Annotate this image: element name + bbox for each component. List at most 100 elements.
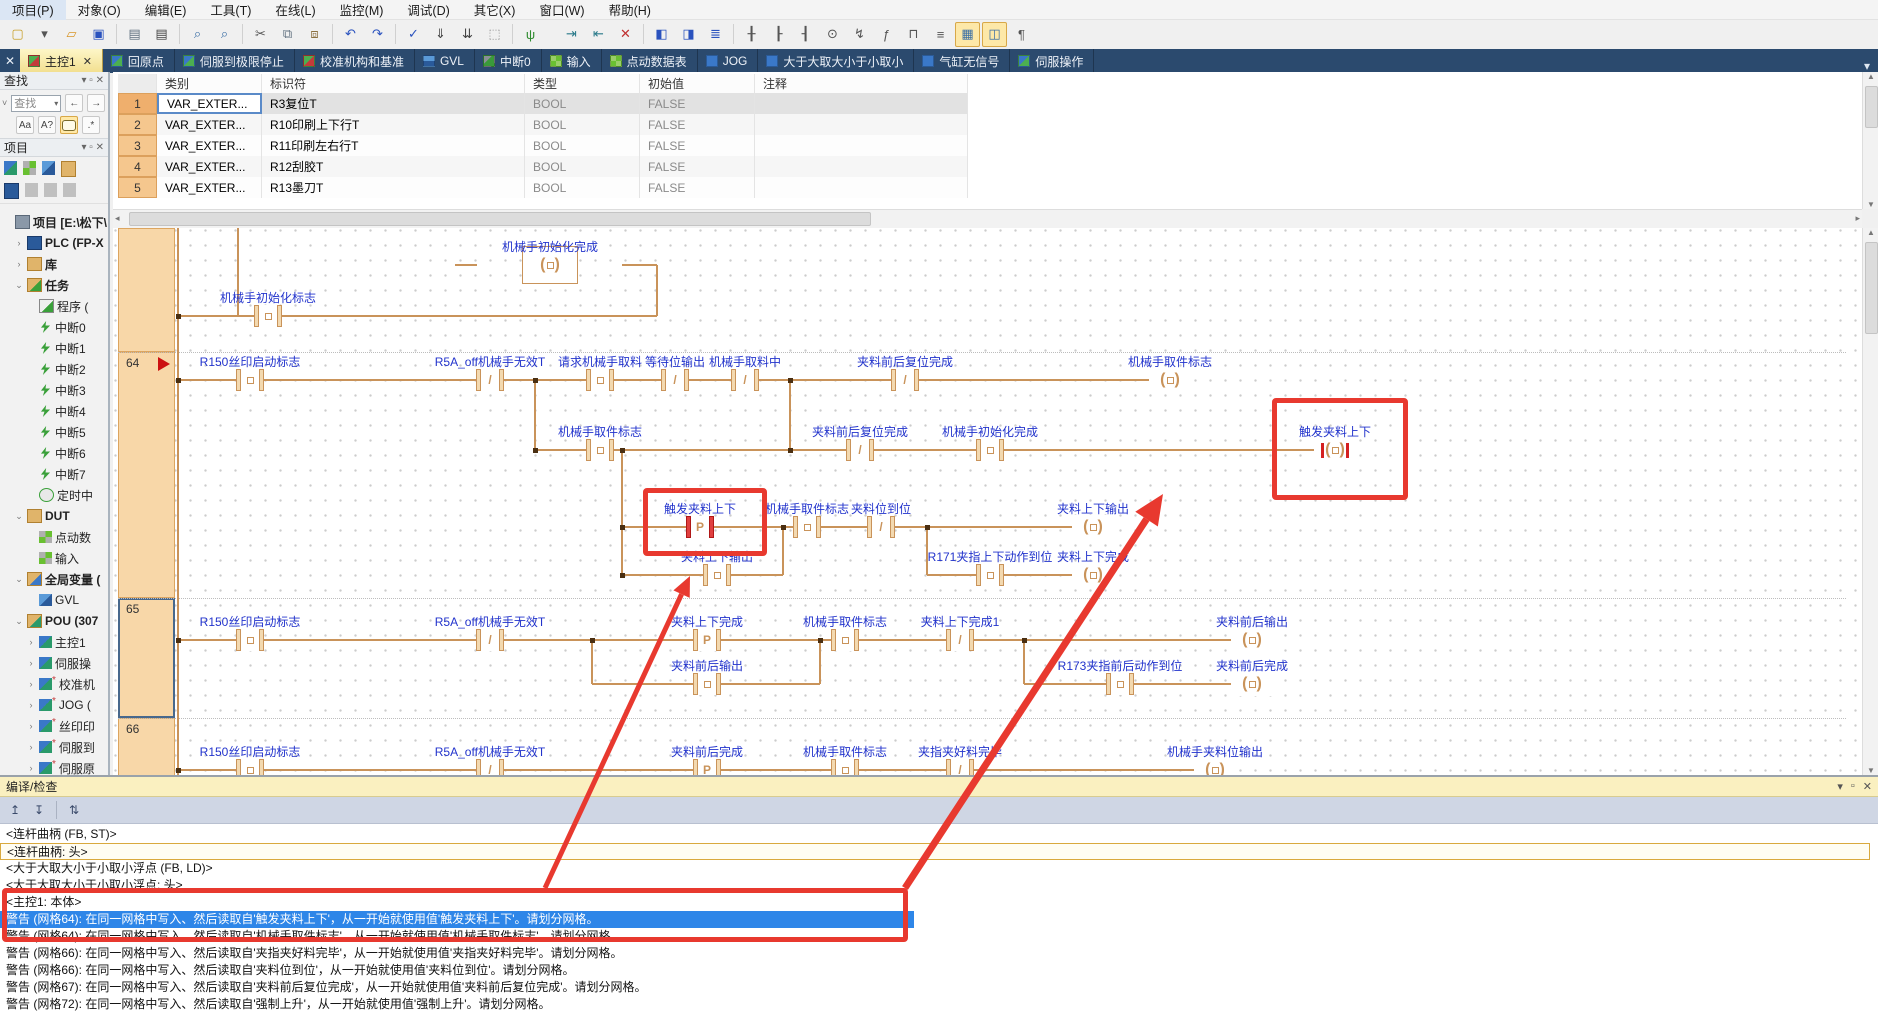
- tab-GVL[interactable]: GVL: [415, 49, 475, 73]
- identifier-cell[interactable]: R10印刷上下行T: [262, 114, 525, 135]
- tree-item-丝印印[interactable]: ›*丝印印: [0, 716, 110, 736]
- vscroll-up-icon[interactable]: ▲: [1863, 72, 1878, 81]
- category-cell[interactable]: VAR_EXTER...: [157, 156, 262, 177]
- tab-点动数据表[interactable]: 点动数据表: [602, 49, 698, 73]
- table-row[interactable]: 5VAR_EXTER...R13墨刀TBOOLFALSE: [118, 177, 968, 198]
- comment-cell[interactable]: [755, 135, 968, 156]
- message-row[interactable]: 警告 (网格66): 在同一网格中写入、然后读取自'夹指夹好料完毕'，从一开始就…: [0, 945, 1876, 962]
- column-header-类型[interactable]: 类型: [525, 74, 640, 93]
- function-icon[interactable]: ƒ: [874, 22, 899, 47]
- coil-icon[interactable]: ⊙: [820, 22, 845, 47]
- contact-no[interactable]: [701, 563, 733, 587]
- comment-cell[interactable]: [755, 177, 968, 198]
- print-icon[interactable]: ▤: [149, 22, 174, 47]
- expand-icon[interactable]: ›: [26, 700, 36, 710]
- add-dut-icon[interactable]: [23, 161, 36, 175]
- contact-nc[interactable]: /: [474, 368, 506, 392]
- branch-icon[interactable]: ╂: [739, 22, 764, 47]
- ladder-vscroll-up-icon[interactable]: ▲: [1863, 228, 1878, 237]
- output-sort-icon-1[interactable]: ↧: [28, 799, 50, 821]
- tree-item-全局变量[interactable]: ⌄全局变量 (: [0, 569, 110, 589]
- contact-nc[interactable]: /: [729, 368, 761, 392]
- contact-nc[interactable]: /: [889, 368, 921, 392]
- pilcrow-icon[interactable]: ¶: [1009, 22, 1034, 47]
- open-icon[interactable]: ▱: [59, 22, 84, 47]
- row-number[interactable]: 5: [118, 177, 157, 198]
- contact-no[interactable]: [1104, 672, 1136, 696]
- paste-icon[interactable]: ⧈: [302, 22, 327, 47]
- hscroll-left-icon[interactable]: ◂: [115, 213, 120, 224]
- initval-cell[interactable]: FALSE: [640, 156, 755, 177]
- category-cell[interactable]: VAR_EXTER...: [157, 177, 262, 198]
- find-panel-controls[interactable]: ▾ ▫ ✕: [82, 75, 105, 86]
- category-cell[interactable]: VAR_EXTER...: [157, 114, 262, 135]
- tree-item-PLCFPX[interactable]: ›PLC (FP-X: [0, 233, 110, 253]
- row-number[interactable]: 4: [118, 156, 157, 177]
- undo-icon[interactable]: ↶: [338, 22, 363, 47]
- rung-cell-65[interactable]: 65: [118, 598, 175, 718]
- tree-item-POU307[interactable]: ⌄POU (307: [0, 611, 110, 631]
- column-header-初始值[interactable]: 初始值: [640, 74, 755, 93]
- table-horizontal-scrollbar[interactable]: ◂ ▸: [113, 209, 1862, 228]
- initval-cell[interactable]: FALSE: [640, 93, 755, 114]
- step-in-icon[interactable]: ⇥: [559, 22, 584, 47]
- table-vertical-scrollbar[interactable]: ▲ ▼: [1862, 72, 1878, 209]
- message-selected[interactable]: 警告 (网格64): 在同一网格中写入、然后读取自'触发夹料上下'，从一开始就使…: [0, 911, 914, 928]
- compile-all-icon[interactable]: ⇊: [455, 22, 480, 47]
- expand-icon[interactable]: ›: [14, 238, 24, 248]
- message-row[interactable]: <大于大取大小于小取小浮点: 头>: [0, 877, 1876, 894]
- menu-item[interactable]: 窗口(W): [527, 0, 596, 20]
- tree-item-中断3[interactable]: 中断3: [0, 380, 110, 400]
- menu-item[interactable]: 在线(L): [263, 0, 327, 20]
- grid-toggle-icon[interactable]: ▦: [955, 22, 980, 47]
- coil-normal[interactable]: (): [1072, 515, 1114, 539]
- tree-item-伺服到[interactable]: ›*伺服到: [0, 737, 110, 757]
- menu-item[interactable]: 帮助(H): [597, 0, 663, 20]
- online-plug-icon[interactable]: ψ: [518, 22, 543, 47]
- find-prev-button[interactable]: ←: [65, 94, 83, 112]
- search-input[interactable]: 查找▾: [11, 95, 61, 112]
- rung-cell-66[interactable]: 66: [118, 718, 175, 775]
- menu-item[interactable]: 监控(M): [328, 0, 396, 20]
- coil-normal[interactable]: (): [1149, 368, 1191, 392]
- save-icon[interactable]: ▣: [86, 22, 111, 47]
- add-gvl-icon[interactable]: [42, 161, 55, 175]
- expand-icon[interactable]: ›: [26, 721, 36, 731]
- column-header-类别[interactable]: 类别: [157, 74, 262, 93]
- comment-cell[interactable]: [755, 93, 968, 114]
- hscroll-thumb[interactable]: [129, 212, 871, 226]
- contact-nc[interactable]: /: [659, 368, 691, 392]
- copy-icon[interactable]: ⧉: [275, 22, 300, 47]
- tab-大于大取大小于小取小[interactable]: 大于大取大小于小取小: [758, 49, 914, 73]
- ladder-vscroll-thumb[interactable]: [1865, 242, 1878, 334]
- tree-item-定时中[interactable]: 定时中: [0, 485, 110, 505]
- tree-item-库[interactable]: ›库: [0, 254, 110, 274]
- type-cell[interactable]: BOOL: [525, 114, 640, 135]
- tree-item-校准机[interactable]: ›*校准机: [0, 674, 110, 694]
- message-row[interactable]: 警告 (网格67): 在同一网格中写入、然后读取自'夹料前后复位完成'，从一开始…: [0, 979, 1876, 996]
- menu-item[interactable]: 调试(D): [395, 0, 461, 20]
- contact-nc[interactable]: /: [474, 628, 506, 652]
- expand-icon[interactable]: ›: [26, 637, 36, 647]
- identifier-cell[interactable]: R12刮胶T: [262, 156, 525, 177]
- stop-icon[interactable]: ✕: [613, 22, 638, 47]
- contact-no[interactable]: [234, 628, 266, 652]
- menu-item[interactable]: 对象(O): [66, 0, 133, 20]
- tree-item-中断4[interactable]: 中断4: [0, 401, 110, 421]
- tab-伺服到极限停止[interactable]: 伺服到极限停止: [175, 49, 295, 73]
- collapse-icon[interactable]: ⌄: [14, 574, 24, 585]
- initval-cell[interactable]: FALSE: [640, 177, 755, 198]
- collapse-icon[interactable]: ⌄: [14, 616, 24, 627]
- contact-no[interactable]: [829, 758, 861, 775]
- tab-输入[interactable]: 输入: [542, 49, 602, 73]
- new-icon[interactable]: ▢: [5, 22, 30, 47]
- coil-normal[interactable]: (): [1231, 672, 1273, 696]
- comment-cell[interactable]: [755, 156, 968, 177]
- expand-icon[interactable]: ›: [26, 763, 36, 773]
- initval-cell[interactable]: FALSE: [640, 114, 755, 135]
- monitor-toggle-icon[interactable]: ◫: [982, 22, 1007, 47]
- contact-open-icon[interactable]: ┠: [766, 22, 791, 47]
- step-out-icon[interactable]: ⇤: [586, 22, 611, 47]
- tree-item-DUT[interactable]: ⌄DUT: [0, 506, 110, 526]
- coil-normal[interactable]: (): [1231, 628, 1273, 652]
